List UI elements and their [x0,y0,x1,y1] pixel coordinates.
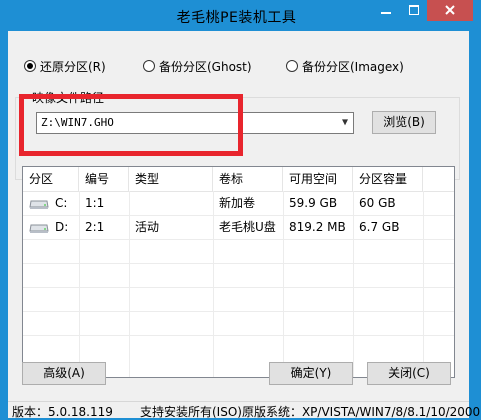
close-window-button[interactable] [427,0,473,21]
col-type[interactable]: 类型 [129,167,213,191]
cell-label: 新加卷 [219,196,256,210]
cell-type [129,191,213,215]
status-bar: 版本：5.0.18.119 支持安装所有(ISO)原版系统：XP/VISTA/W… [8,401,480,419]
radio-button[interactable] [286,60,298,72]
highlight-box [19,94,243,156]
minimize-button[interactable] [372,0,399,21]
col-capacity[interactable]: 分区容量 [353,167,423,191]
radio-restore-partition[interactable]: 还原分区(R) [24,58,106,74]
maximize-icon [408,5,419,15]
hard-disk-icon [29,200,49,209]
radio-button[interactable] [143,60,155,72]
cell-number: 1:1 [85,196,105,210]
cell-capacity: 60 GB [359,196,396,210]
installer-window: 老毛桃PE装机工具 还原分区(R) 备份分区(Ghost) 备份分区(Image… [0,0,480,419]
col-partition[interactable]: 分区 [23,167,79,191]
ok-button[interactable]: 确定(Y) [269,362,353,385]
advanced-button[interactable]: 高级(A) [22,362,106,385]
grid-line [23,287,454,288]
cell-number: 2:1 [85,220,105,234]
grid-line [23,239,454,240]
radio-imagex-label: 备份分区(Imagex) [302,59,404,74]
table-header: 分区 编号 类型 卷标 可用空间 分区容量 [23,167,454,192]
radio-backup-ghost[interactable]: 备份分区(Ghost) [143,58,252,74]
radio-backup-imagex[interactable]: 备份分区(Imagex) [286,58,404,74]
grid-line [23,311,454,312]
col-filler [423,167,454,191]
close-icon [445,5,455,15]
cell-drive: D: [23,215,79,239]
table-row[interactable]: D: 2:1 活动 老毛桃U盘 819.2 MB 6.7 GB [23,215,454,239]
grid-line [23,263,454,264]
chevron-down-icon[interactable]: ▼ [337,113,353,133]
window-client-area: 还原分区(R) 备份分区(Ghost) 备份分区(Imagex) 映像文件路径 … [8,31,480,419]
support-text: 支持安装所有(ISO)原版系统：XP/VISTA/WIN7/8/8.1/10/2… [140,405,481,419]
col-label[interactable]: 卷标 [213,167,283,191]
version-text: 版本：5.0.18.119 [12,405,113,419]
maximize-button[interactable] [400,0,427,21]
col-number[interactable]: 编号 [79,167,129,191]
radio-button-selected[interactable] [24,60,36,72]
table-row[interactable]: C: 1:1 新加卷 59.9 GB 60 GB [23,191,454,215]
drive-letter: D: [55,220,69,234]
cell-free: 59.9 GB [289,196,338,210]
minimize-icon [380,12,391,14]
cell-drive: C: [23,191,79,215]
partition-table[interactable]: 分区 编号 类型 卷标 可用空间 分区容量 C: 1:1 新加卷 59.9 GB… [22,166,455,378]
browse-button[interactable]: 浏览(B) [372,111,436,134]
cell-free: 819.2 MB [289,220,346,234]
close-button[interactable]: 关闭(C) [367,362,451,385]
hard-disk-icon [29,224,49,233]
cell-type: 活动 [135,220,160,234]
cell-label: 老毛桃U盘 [219,220,276,234]
title-bar[interactable]: 老毛桃PE装机工具 [0,0,473,31]
cell-capacity: 6.7 GB [359,220,400,234]
radio-restore-label: 还原分区(R) [40,59,106,74]
grid-line [23,335,454,336]
radio-ghost-label: 备份分区(Ghost) [159,59,252,74]
drive-letter: C: [55,196,68,210]
col-free-space[interactable]: 可用空间 [283,167,353,191]
